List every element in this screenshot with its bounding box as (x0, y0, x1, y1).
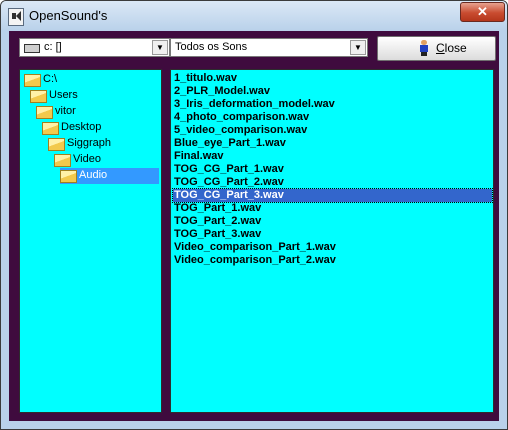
folder-open-icon (30, 90, 47, 103)
tree-item-label: Desktop (61, 121, 102, 133)
file-list-item[interactable]: Video_comparison_Part_1.wav (173, 241, 492, 254)
person-icon (418, 40, 430, 56)
folder-open-icon (42, 122, 59, 135)
file-list-item[interactable]: 3_Iris_deformation_model.wav (173, 98, 492, 111)
folder-open-icon (48, 138, 65, 151)
file-list-item[interactable]: 4_photo_comparison.wav (173, 111, 492, 124)
drive-value: c: [] (44, 41, 62, 53)
folder-open-icon (60, 170, 77, 183)
tree-item-label: Audio (79, 169, 108, 181)
drive-icon (24, 44, 40, 53)
speaker-icon (8, 8, 24, 26)
file-list-item[interactable]: 2_PLR_Model.wav (173, 85, 492, 98)
tree-item[interactable]: Desktop (42, 120, 159, 136)
folder-open-icon (54, 154, 71, 167)
file-list-item[interactable]: TOG_Part_2.wav (173, 215, 492, 228)
close-button[interactable]: Close (377, 36, 496, 61)
tree-item-label: vitor (55, 105, 76, 117)
window-close-button[interactable]: ✕ (460, 2, 505, 22)
file-list-item[interactable]: TOG_CG_Part_3.wav (172, 188, 493, 203)
file-list-item[interactable]: 1_titulo.wav (173, 72, 492, 85)
tree-item[interactable]: Siggraph (48, 136, 159, 152)
tree-item-label: C:\ (43, 73, 58, 85)
tree-item[interactable]: Audio (60, 168, 159, 184)
file-list-item[interactable]: TOG_Part_1.wav (173, 202, 492, 215)
close-button-label: Close (436, 41, 467, 55)
tree-item[interactable]: C:\ (24, 72, 159, 88)
file-type-value: Todos os Sons (175, 41, 248, 53)
close-button-accelerator: C (436, 41, 445, 55)
file-list-item[interactable]: TOG_CG_Part_1.wav (173, 163, 492, 176)
folder-open-icon (24, 74, 41, 87)
tree-item-label: Siggraph (67, 137, 112, 149)
file-list-item[interactable]: Blue_eye_Part_1.wav (173, 137, 492, 150)
file-list-item[interactable]: 5_video_comparison.wav (173, 124, 492, 137)
file-list-item[interactable]: TOG_CG_Part_2.wav (173, 176, 492, 189)
tree-item-label: Users (49, 89, 78, 101)
tree-item[interactable]: Users (30, 88, 159, 104)
folder-open-icon (36, 106, 53, 119)
chevron-down-icon[interactable]: ▼ (152, 40, 168, 55)
tree-item-label: Video (73, 153, 101, 165)
file-list[interactable]: 1_titulo.wav 2_PLR_Model.wav 3_Iris_deform… (170, 69, 494, 413)
folder-tree[interactable]: C:\ Users vitor Desktop Siggraph Video Audio (19, 69, 162, 413)
client-area: c: [] ▼ Todos os Sons ▼ Close C:\ Users vi… (9, 31, 499, 421)
window-title: OpenSound's (29, 8, 108, 23)
file-list-item[interactable]: Video_comparison_Part_2.wav (173, 254, 492, 267)
file-type-select[interactable]: Todos os Sons ▼ (170, 38, 368, 57)
file-list-item[interactable]: Final.wav (173, 150, 492, 163)
opensound-window: OpenSound's ✕ c: [] ▼ Todos os Sons ▼ Cl… (0, 0, 508, 430)
file-list-item[interactable]: TOG_Part_3.wav (173, 228, 492, 241)
tree-item[interactable]: Video (54, 152, 159, 168)
drive-select[interactable]: c: [] ▼ (19, 38, 170, 57)
chevron-down-icon[interactable]: ▼ (350, 40, 366, 55)
title-bar[interactable]: OpenSound's ✕ (1, 1, 507, 31)
close-button-label-rest: lose (444, 41, 467, 55)
tree-item[interactable]: vitor (36, 104, 159, 120)
